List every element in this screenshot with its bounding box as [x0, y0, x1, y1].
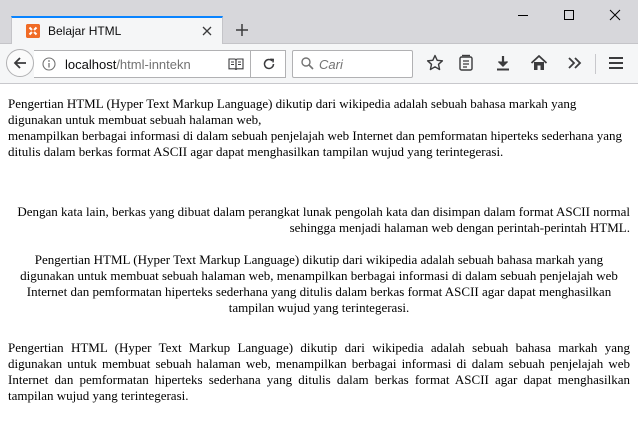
- tab-close-icon[interactable]: [200, 24, 214, 38]
- reader-view-icon[interactable]: [228, 57, 244, 71]
- search-bar[interactable]: [292, 50, 413, 78]
- favicon-icon: [26, 24, 40, 38]
- search-input[interactable]: [317, 55, 409, 73]
- star-icon: [426, 54, 444, 71]
- double-chevron-icon: [568, 57, 582, 69]
- download-icon: [497, 56, 509, 71]
- minimize-button[interactable]: [500, 0, 546, 30]
- paragraph-left-aligned: Pengertian HTML (Hyper Text Markup Langu…: [8, 96, 630, 160]
- url-bar[interactable]: localhost/html-inntekn: [34, 50, 284, 78]
- library-icon: [459, 54, 473, 71]
- info-icon[interactable]: [42, 57, 56, 71]
- tab-title: Belajar HTML: [48, 24, 122, 38]
- bookmark-star-button[interactable]: [426, 54, 444, 72]
- maximize-button[interactable]: [546, 0, 592, 30]
- title-bar: Belajar HTML: [0, 0, 638, 45]
- overflow-menu-button[interactable]: [566, 54, 584, 72]
- maximize-icon: [564, 10, 574, 20]
- paragraph-justified: Pengertian HTML (Hyper Text Markup Langu…: [8, 340, 630, 403]
- back-arrow-icon: [13, 57, 26, 69]
- url-text[interactable]: localhost/html-inntekn: [65, 57, 230, 72]
- close-icon: [609, 9, 621, 21]
- home-icon: [530, 55, 548, 70]
- back-button[interactable]: [6, 49, 34, 77]
- paragraph-line: Pengertian HTML (Hyper Text Markup Langu…: [8, 96, 577, 127]
- paragraph-line: menampilkan berbagai informasi di dalam …: [8, 128, 623, 159]
- close-window-button[interactable]: [592, 0, 638, 30]
- hamburger-menu-button[interactable]: [607, 54, 625, 72]
- reload-button[interactable]: [250, 50, 286, 78]
- library-button[interactable]: [457, 54, 475, 72]
- url-host: localhost: [65, 57, 117, 72]
- tab-belajar-html[interactable]: Belajar HTML: [11, 16, 223, 45]
- toolbar-divider: [595, 54, 596, 74]
- minimize-icon: [518, 15, 528, 16]
- paragraph-right-aligned: Dengan kata lain, berkas yang dibuat dal…: [17, 204, 630, 235]
- url-path: /html-inntekn: [116, 57, 191, 72]
- navigation-toolbar: localhost/html-inntekn: [0, 44, 638, 84]
- reload-icon: [263, 58, 275, 70]
- downloads-button[interactable]: [494, 54, 512, 72]
- hamburger-icon: [609, 57, 623, 69]
- search-icon: [301, 57, 314, 70]
- home-button[interactable]: [530, 54, 548, 72]
- paragraph-center-aligned: Pengertian HTML (Hyper Text Markup Langu…: [20, 252, 618, 315]
- page-content: Pengertian HTML (Hyper Text Markup Langu…: [0, 84, 638, 424]
- new-tab-icon[interactable]: [234, 22, 250, 38]
